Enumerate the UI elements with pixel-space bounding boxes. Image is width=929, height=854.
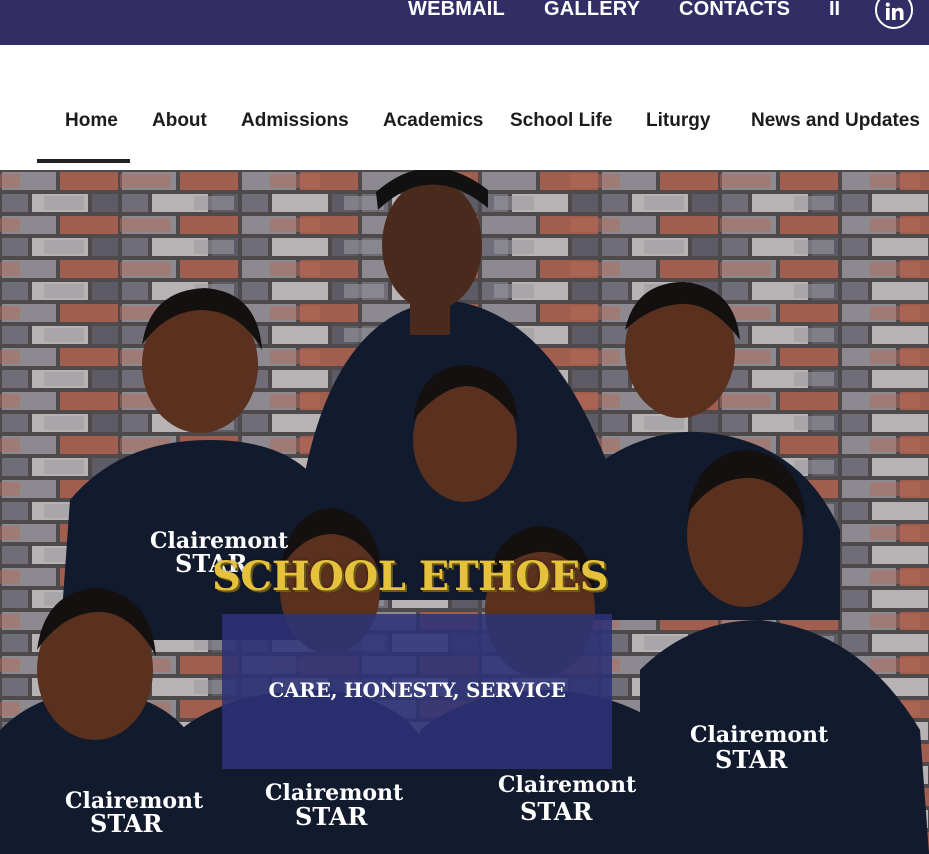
shirt-logo-5b: STAR (90, 809, 164, 838)
hero-banner: Clairemont STAR Clairemont STAR Clairemo… (0, 170, 929, 854)
shirt-logo-3b: STAR (520, 797, 594, 826)
nav-item-admissions[interactable]: Admissions (241, 110, 349, 132)
contacts-link[interactable]: CONTACTS (679, 0, 790, 21)
active-nav-underline (37, 159, 130, 163)
gallery-link[interactable]: GALLERY (544, 0, 640, 21)
main-navigation: Home About Admissions Academics School L… (0, 45, 929, 170)
webmail-link[interactable]: WEBMAIL (408, 0, 505, 21)
shirt-logo-4b: STAR (715, 745, 789, 774)
shirt-logo-2b: STAR (295, 802, 369, 831)
nav-item-academics[interactable]: Academics (383, 110, 483, 132)
nav-item-home[interactable]: Home (65, 110, 118, 132)
ethoes-values-box: CARE, HONESTY, SERVICE (222, 614, 612, 769)
topbar-separator: II (829, 0, 841, 20)
ethoes-values-text: CARE, HONESTY, SERVICE (268, 678, 566, 702)
linkedin-glyph (885, 2, 904, 20)
nav-item-school-life[interactable]: School Life (510, 110, 612, 132)
top-utility-bar: WEBMAIL GALLERY CONTACTS II (0, 0, 929, 45)
nav-item-about[interactable]: About (152, 110, 207, 132)
shirt-logo-3: Clairemont (498, 772, 637, 798)
hero-title: SCHOOL ETHOES (211, 553, 609, 600)
nav-item-liturgy[interactable]: Liturgy (646, 110, 710, 132)
linkedin-icon[interactable] (875, 0, 913, 29)
nav-item-news-and-updates[interactable]: News and Updates (751, 110, 920, 132)
